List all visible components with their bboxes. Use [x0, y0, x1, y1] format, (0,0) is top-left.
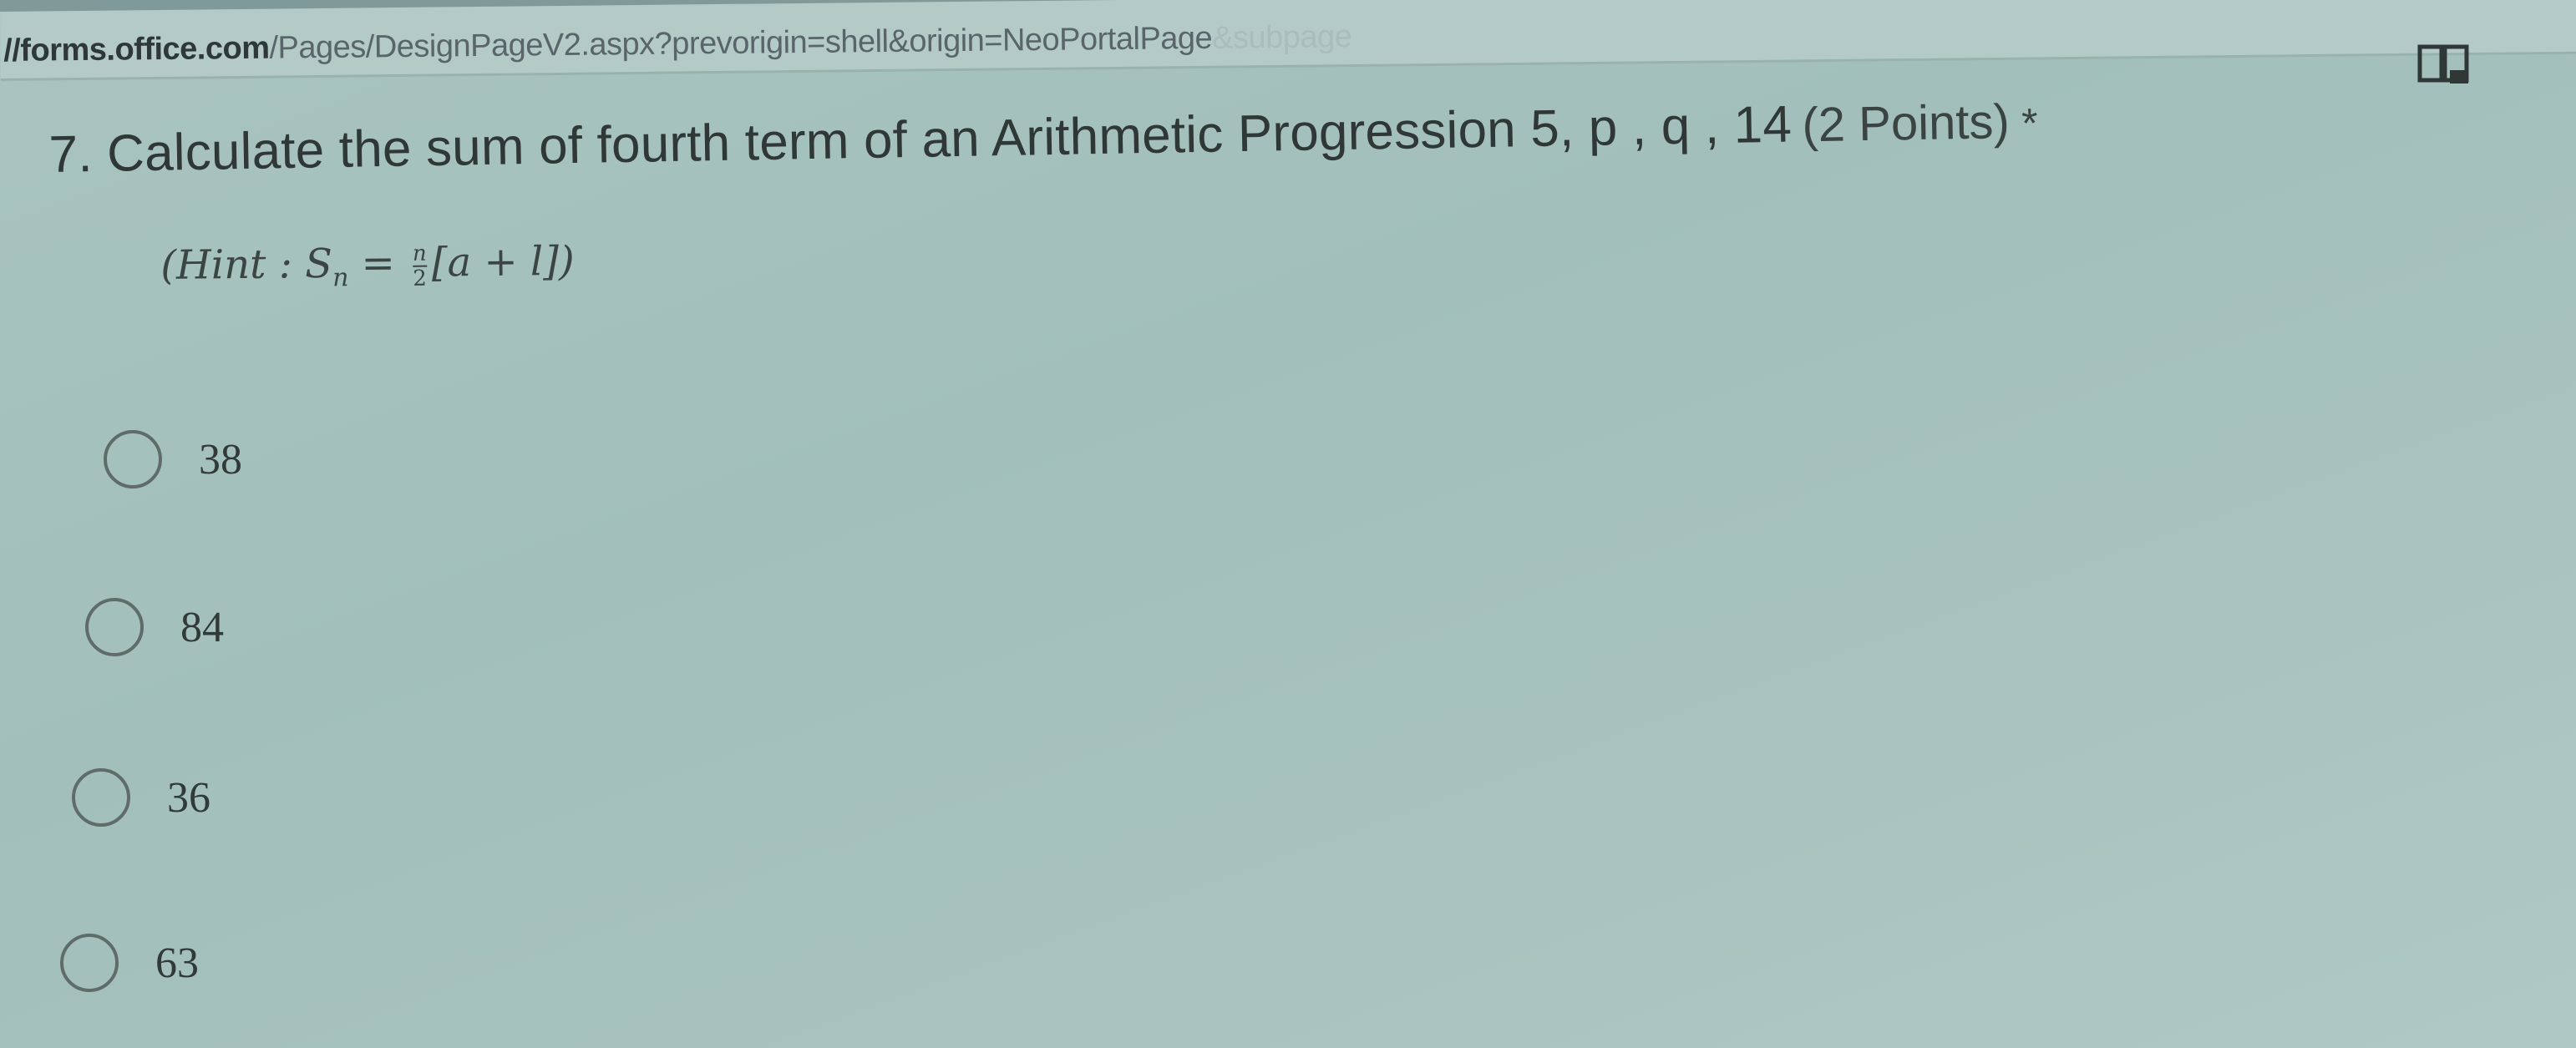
option-63[interactable]: 63: [60, 934, 199, 992]
hint-fraction-numerator: n: [412, 240, 427, 267]
option-label: 38: [199, 435, 242, 483]
question-points: (2 Points): [1801, 94, 2011, 153]
option-label: 36: [167, 773, 210, 822]
radio-button[interactable]: [104, 430, 162, 489]
radio-button[interactable]: [72, 768, 130, 827]
option-label: 84: [180, 603, 224, 651]
hint-suffix: [a + l]): [431, 237, 575, 286]
hint-subscript: n: [332, 263, 349, 293]
radio-button[interactable]: [60, 934, 119, 992]
url-fade: &subpage: [1211, 19, 1352, 56]
option-36[interactable]: 36: [72, 768, 210, 827]
required-marker: *: [2021, 99, 2039, 147]
radio-button[interactable]: [85, 598, 144, 656]
immersive-reader-icon[interactable]: [2416, 42, 2472, 87]
option-38[interactable]: 38: [104, 430, 242, 489]
hint-equals: =: [348, 239, 408, 287]
question-hint: (Hint : Sn = n 2 [a + l]): [160, 238, 575, 295]
url-host: //forms.office.com: [3, 30, 270, 68]
option-label: 63: [155, 939, 199, 987]
hint-fraction-denominator: 2: [413, 266, 428, 291]
hint-prefix: (Hint : S: [160, 240, 333, 289]
option-84[interactable]: 84: [85, 598, 224, 656]
hint-fraction: n2: [412, 240, 428, 291]
